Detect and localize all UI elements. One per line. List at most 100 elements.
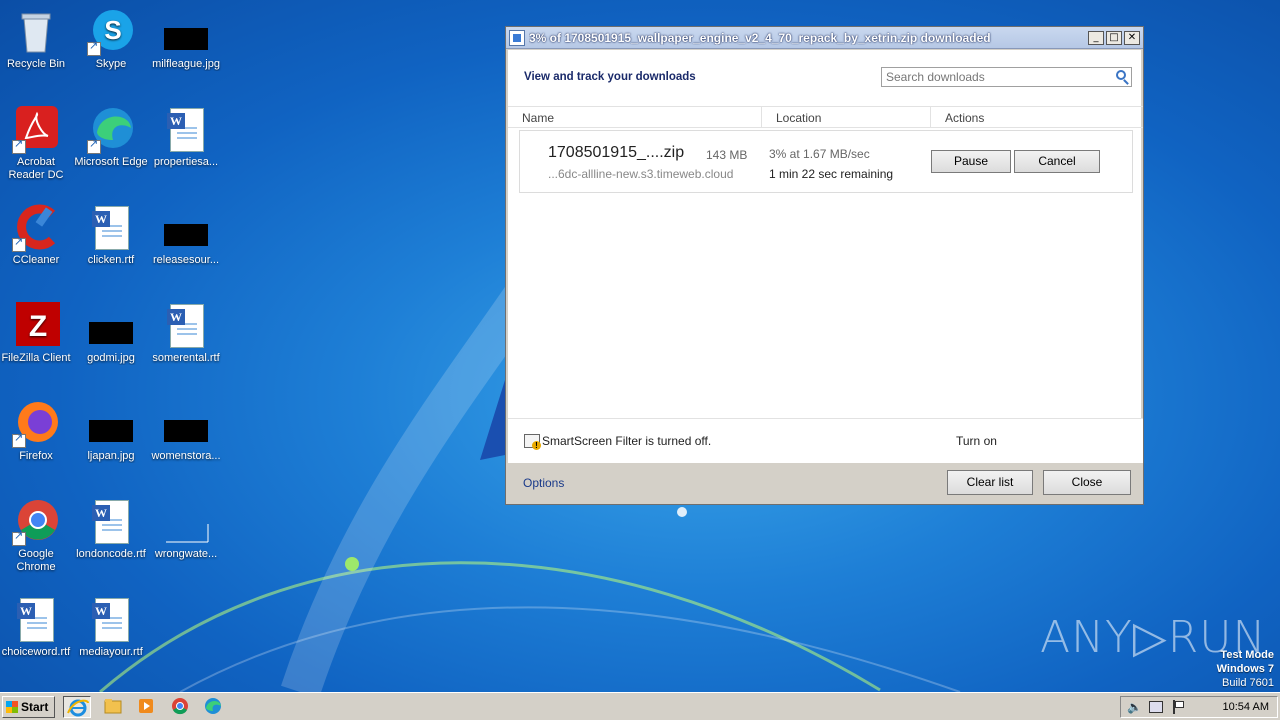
desktop-icon-releasesour[interactable]: releasesour... [148,204,224,267]
download-source: ...6dc-allline-new.s3.timeweb.cloud [548,167,734,181]
desktop-icon-label: ljapan.jpg [87,450,135,462]
download-window: 3% of 1708501915_wallpaper_engine_v2_4_7… [505,26,1144,505]
taskbar-edge[interactable] [200,696,228,718]
desktop-icon-label: Recycle Bin [6,58,66,70]
desktop-icon-label: clicken.rtf [87,254,135,266]
desktop-icon-recycle-bin[interactable]: Recycle Bin [0,8,74,71]
test-mode-label: Test Mode [1220,649,1274,661]
start-button[interactable]: Start [2,696,55,718]
recycle-bin-icon [12,8,60,56]
desktop-icon-acrobat[interactable]: Acrobat Reader DC [0,106,74,182]
page-title: View and track your downloads [524,71,696,83]
desktop-icon-label: mediayour.rtf [79,646,143,658]
desktop-icon-label: Microsoft Edge [74,156,148,168]
desktop-icon-milfleague[interactable]: milfleague.jpg [148,8,224,71]
taskbar: Start 🔈 10:54 AM [0,692,1280,720]
desktop-icon-label: wrongwate... [154,548,218,560]
desktop-icon-label: choiceword.rtf [1,646,71,658]
smartscreen-turn-on-link[interactable]: Turn on [956,434,997,448]
download-time-remaining: 1 min 22 sec remaining [769,167,894,181]
close-window-button[interactable]: ✕ [1124,30,1140,45]
folder-icon [104,699,122,714]
desktop-icon-filezilla[interactable]: Z FileZilla Client [0,302,74,365]
download-item[interactable]: 1708501915_....zip 143 MB ...6dc-allline… [519,130,1133,193]
shortcut-arrow-icon [12,530,26,546]
image-file-icon [162,204,210,252]
desktop-icon-label: somerental.rtf [152,352,220,364]
desktop-icon-label: CCleaner [12,254,60,266]
download-size: 143 MB [706,148,748,162]
desktop-icon-womenstora[interactable]: womenstora... [148,400,224,463]
search-icon[interactable] [1116,70,1126,80]
clock[interactable]: 10:54 AM [1223,701,1269,713]
desktop-icon-label: Firefox [19,450,53,462]
desktop-icon-label: Skype [95,58,127,70]
desktop-icon-label: Acrobat Reader DC [8,156,64,181]
pause-button[interactable]: Pause [931,150,1011,173]
desktop-icon-ljapan[interactable]: ljapan.jpg [73,400,149,463]
desktop-icon-skype[interactable]: S Skype [73,8,149,71]
build-label: Build 7601 [1222,677,1274,689]
desktop-icon-firefox[interactable]: Firefox [0,400,74,463]
window-footer: Options Clear list Close [506,463,1143,504]
shortcut-arrow-icon [87,138,101,154]
desktop-icon-choiceword[interactable]: W choiceword.rtf [0,596,74,659]
desktop-icon-label: Google Chrome [16,548,56,573]
image-file-icon [162,8,210,56]
desktop-icon-somerental[interactable]: W somerental.rtf [148,302,224,365]
volume-icon[interactable]: 🔈 [1127,700,1142,714]
desktop-icon-chrome[interactable]: Google Chrome [0,498,74,574]
smartscreen-status: SmartScreen Filter is turned off. [542,434,712,448]
window-titlebar[interactable]: 3% of 1708501915_wallpaper_engine_v2_4_7… [506,27,1143,49]
desktop-icon-label: womenstora... [151,450,221,462]
smartscreen-warning-icon [524,434,541,450]
column-header-name[interactable]: Name [508,107,762,127]
close-button[interactable]: Close [1043,470,1131,495]
taskbar-chrome[interactable] [167,696,195,718]
action-center-flag-icon[interactable] [1173,700,1184,714]
desktop-icon-label: FileZilla Client [1,352,71,364]
desktop-icon-label: londoncode.rtf [76,548,146,560]
os-info: Test Mode Windows 7 Build 7601 [1217,648,1274,690]
taskbar-internet-explorer[interactable] [63,696,91,718]
network-icon[interactable] [1149,701,1163,713]
taskbar-media-player[interactable] [133,696,161,718]
shortcut-arrow-icon [12,432,26,448]
column-header-actions: Actions [945,111,985,125]
desktop-icon-propertiesa[interactable]: W propertiesa... [148,106,224,169]
word-document-icon: W [162,106,210,154]
column-header-location[interactable]: Location [762,107,931,127]
smartscreen-bar: SmartScreen Filter is turned off. Turn o… [508,418,1143,463]
windows-version-label: Windows 7 [1216,663,1274,675]
desktop-icon-ccleaner[interactable]: CCleaner [0,204,74,267]
desktop-icon-clicken[interactable]: W clicken.rtf [73,204,149,267]
desktop-icon-mediayour[interactable]: W mediayour.rtf [73,596,149,659]
cancel-button[interactable]: Cancel [1014,150,1100,173]
acrobat-icon [12,106,60,154]
desktop-icon-edge[interactable]: Microsoft Edge [73,106,149,169]
word-document-icon: W [162,302,210,350]
desktop-icon-londoncode[interactable]: W londoncode.rtf [73,498,149,561]
edge-icon [87,106,135,154]
desktop-icon-godmi[interactable]: godmi.jpg [73,302,149,365]
options-link[interactable]: Options [523,476,564,490]
svg-text:S: S [104,15,121,45]
clear-list-button[interactable]: Clear list [947,470,1033,495]
svg-text:Z: Z [29,310,47,343]
edge-icon [205,698,221,714]
desktop-icon-label: godmi.jpg [87,352,135,364]
windows-logo-icon [6,701,18,713]
shortcut-arrow-icon [87,40,101,56]
search-input[interactable]: Search downloads [881,67,1132,87]
desktop-icon-wrongwate[interactable]: wrongwate... [148,498,224,561]
system-tray: 🔈 10:54 AM [1120,696,1278,718]
word-document-icon: W [87,498,135,546]
word-document-icon: W [12,596,60,644]
minimize-button[interactable]: _ [1088,30,1104,45]
chrome-icon [12,498,60,546]
maximize-button[interactable]: □ [1106,30,1122,45]
firefox-icon [12,400,60,448]
word-document-icon: W [87,596,135,644]
taskbar-explorer[interactable] [100,696,128,718]
window-title: 3% of 1708501915_wallpaper_engine_v2_4_7… [529,30,991,45]
